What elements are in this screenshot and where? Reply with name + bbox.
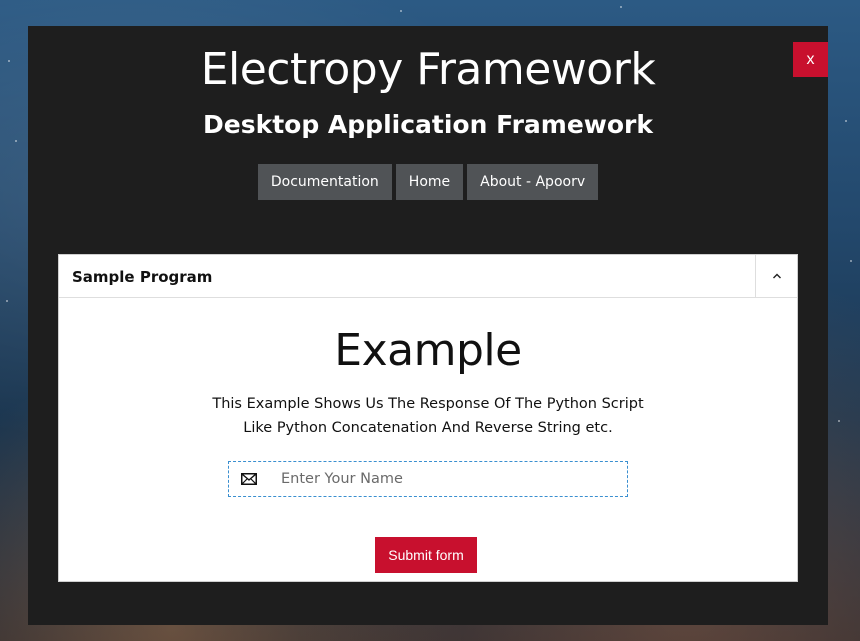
subtitle-container: Desktop Application Framework bbox=[28, 110, 828, 139]
example-description: This Example Shows Us The Response Of Th… bbox=[59, 392, 797, 440]
panel-header: Sample Program bbox=[59, 255, 797, 298]
star-decoration bbox=[400, 10, 402, 12]
star-decoration bbox=[845, 120, 847, 122]
star-decoration bbox=[620, 6, 622, 8]
panel-title: Sample Program bbox=[72, 268, 213, 286]
star-decoration bbox=[850, 260, 852, 262]
description-line: This Example Shows Us The Response Of Th… bbox=[212, 396, 644, 412]
collapse-button[interactable] bbox=[755, 255, 797, 297]
star-decoration bbox=[8, 60, 10, 62]
submit-button[interactable]: Submit form bbox=[375, 537, 477, 573]
example-heading: Example bbox=[334, 325, 522, 376]
nav-bar: Documentation Home About - Apoorv bbox=[28, 164, 828, 200]
name-input[interactable] bbox=[269, 463, 627, 495]
description-line: Like Python Concatenation And Reverse St… bbox=[243, 420, 613, 436]
app-subtitle: Desktop Application Framework bbox=[202, 110, 653, 139]
app-window: x Electropy Framework Desktop Applicatio… bbox=[28, 26, 828, 625]
nav-documentation-button[interactable]: Documentation bbox=[257, 164, 392, 200]
star-decoration bbox=[6, 300, 8, 302]
chevron-up-icon bbox=[772, 273, 781, 279]
star-decoration bbox=[15, 140, 17, 142]
nav-home-button[interactable]: Home bbox=[395, 164, 464, 200]
nav-about-button[interactable]: About - Apoorv bbox=[467, 164, 599, 200]
name-input-group bbox=[228, 461, 628, 497]
app-title: Electropy Framework bbox=[200, 44, 656, 95]
sample-program-panel: Sample Program Example This Example Show… bbox=[58, 254, 798, 582]
envelope-icon bbox=[229, 462, 269, 496]
star-decoration bbox=[838, 420, 840, 422]
title-container: Electropy Framework bbox=[28, 44, 828, 95]
